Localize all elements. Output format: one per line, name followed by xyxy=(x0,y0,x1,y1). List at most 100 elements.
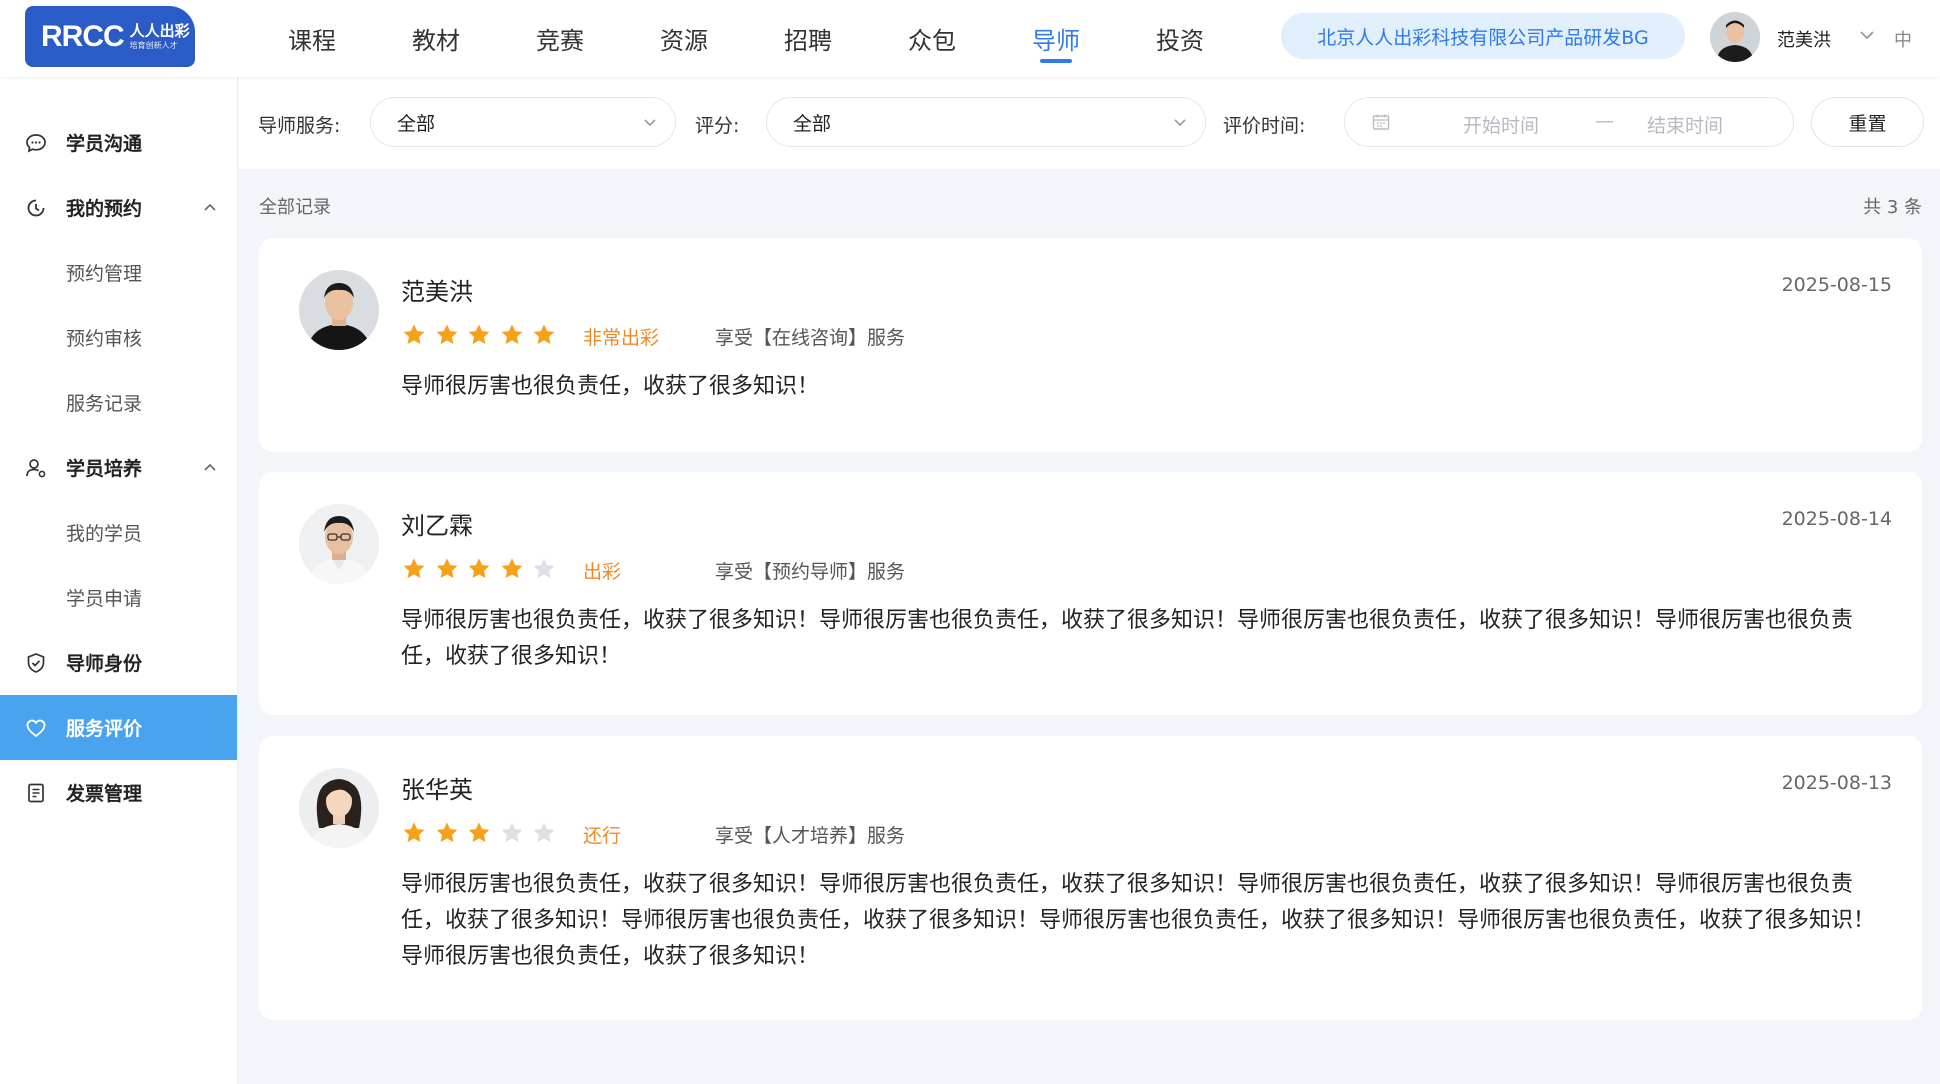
chevron-down-icon xyxy=(641,113,659,131)
review-date: 2025-08-13 xyxy=(1781,772,1892,794)
sidebar-item-label: 预约管理 xyxy=(66,263,143,285)
nav-item-crowdsourcing[interactable]: 众包 xyxy=(870,0,994,77)
star-rating xyxy=(401,322,564,348)
sidebar-item-label: 预约审核 xyxy=(66,328,143,350)
star-icon xyxy=(533,822,555,843)
chevron-down-icon xyxy=(1171,113,1189,131)
sidebar-item-service-records[interactable]: 服务记录 xyxy=(0,370,237,435)
reviewer-name: 张华英 xyxy=(401,776,473,804)
star-icon xyxy=(403,558,425,579)
filter-bar: 导师服务: 全部 评分: 全部 评价时间: 开始时间 — 结束时间 重置 xyxy=(239,77,1940,169)
heart-icon xyxy=(24,716,48,740)
star-icon xyxy=(436,822,457,843)
user-avatar[interactable] xyxy=(1710,12,1760,62)
logo-text: RRCC xyxy=(41,19,125,53)
sidebar-item-label: 服务评价 xyxy=(66,718,143,740)
nav-item-resources[interactable]: 资源 xyxy=(622,0,746,77)
calendar-icon xyxy=(1371,112,1391,132)
score-filter-value: 全部 xyxy=(793,112,832,135)
sidebar-item-label: 服务记录 xyxy=(66,393,143,415)
star-icon xyxy=(501,324,522,345)
service-type: 享受【在线咨询】服务 xyxy=(715,327,906,349)
user-icon xyxy=(24,456,48,480)
rating-grade: 非常出彩 xyxy=(583,327,660,349)
records-count: 共 3 条 xyxy=(1863,197,1922,218)
service-filter-select[interactable]: 全部 xyxy=(370,97,676,147)
service-type: 享受【预约导师】服务 xyxy=(715,561,906,583)
sidebar-item-mentor-identity[interactable]: 导师身份 xyxy=(0,630,237,695)
review-date: 2025-08-15 xyxy=(1781,274,1892,296)
sidebar: 学员沟通 我的预约 预约管理 预约审核 服务记录 学员培养 我的学员 学员申请 xyxy=(0,77,238,1084)
sidebar-item-label: 学员沟通 xyxy=(66,133,143,155)
review-card: 范美洪 2025-08-15 非常出彩 享受【在线咨询】服务 导师很厉害也很负责… xyxy=(259,238,1922,452)
reviewer-avatar xyxy=(299,270,379,350)
brand-logo[interactable]: RRCC 人人出彩 培育创新人才 xyxy=(25,6,195,67)
sidebar-item-label: 导师身份 xyxy=(66,653,143,675)
start-time-input[interactable]: 开始时间 xyxy=(1463,111,1539,138)
time-filter-label: 评价时间: xyxy=(1223,115,1306,137)
review-content: 导师很厉害也很负责任，收获了很多知识！导师很厉害也很负责任，收获了很多知识！导师… xyxy=(401,608,1854,669)
review-date: 2025-08-14 xyxy=(1781,508,1892,530)
sidebar-item-appointment-review[interactable]: 预约审核 xyxy=(0,305,237,370)
score-filter-select[interactable]: 全部 xyxy=(766,97,1206,147)
sidebar-item-appointment-management[interactable]: 预约管理 xyxy=(0,240,237,305)
star-icon xyxy=(403,822,425,843)
service-filter-label: 导师服务: xyxy=(258,115,341,137)
star-icon xyxy=(468,822,490,843)
clock-icon xyxy=(24,196,48,220)
sidebar-item-my-appointments[interactable]: 我的预约 xyxy=(0,175,237,240)
reviewer-name: 范美洪 xyxy=(401,278,473,306)
sidebar-item-student-training[interactable]: 学员培养 xyxy=(0,435,237,500)
company-badge[interactable]: 北京人人出彩科技有限公司产品研发BG xyxy=(1281,13,1685,59)
star-icon xyxy=(436,324,457,345)
sidebar-item-service-evaluation[interactable]: 服务评价 xyxy=(0,695,237,760)
nav-item-mentor[interactable]: 导师 xyxy=(994,0,1118,77)
date-range-picker[interactable]: 开始时间 — 结束时间 xyxy=(1344,97,1794,147)
review-content: 导师很厉害也很负责任，收获了很多知识！导师很厉害也很负责任，收获了很多知识！导师… xyxy=(401,872,1876,969)
reviewer-name: 刘乙霖 xyxy=(401,512,473,540)
invoice-icon xyxy=(24,781,48,805)
date-separator: — xyxy=(1595,110,1614,132)
rating-grade: 还行 xyxy=(583,825,622,847)
chevron-down-icon[interactable] xyxy=(1856,24,1878,46)
sidebar-item-label: 发票管理 xyxy=(66,783,143,805)
service-filter-value: 全部 xyxy=(397,112,436,135)
star-icon xyxy=(501,558,522,579)
sidebar-item-my-students[interactable]: 我的学员 xyxy=(0,500,237,565)
sidebar-item-student-applications[interactable]: 学员申请 xyxy=(0,565,237,630)
nav-item-textbooks[interactable]: 教材 xyxy=(374,0,498,77)
star-icon xyxy=(533,558,555,579)
sidebar-item-label: 我的学员 xyxy=(66,523,143,545)
sidebar-item-label: 学员申请 xyxy=(66,588,143,610)
user-name[interactable]: 范美洪 xyxy=(1777,26,1831,52)
star-icon xyxy=(468,324,490,345)
service-type: 享受【人才培养】服务 xyxy=(715,825,906,847)
logo-subtitle: 人人出彩 xyxy=(129,21,190,40)
review-card: 刘乙霖 2025-08-14 出彩 享受【预约导师】服务 导师很厉害也很负责任，… xyxy=(259,472,1922,715)
reviewer-avatar xyxy=(299,504,379,584)
reset-button[interactable]: 重置 xyxy=(1811,97,1924,147)
star-icon xyxy=(501,822,522,843)
language-switch[interactable]: 中 xyxy=(1894,26,1912,52)
nav-item-recruitment[interactable]: 招聘 xyxy=(746,0,870,77)
chevron-up-icon[interactable] xyxy=(201,459,219,477)
sidebar-item-label: 学员培养 xyxy=(66,458,143,480)
rating-grade: 出彩 xyxy=(583,561,622,583)
nav-item-courses[interactable]: 课程 xyxy=(250,0,374,77)
records-title: 全部记录 xyxy=(259,197,331,218)
chevron-up-icon[interactable] xyxy=(201,199,219,217)
star-icon xyxy=(468,558,490,579)
shield-check-icon xyxy=(24,651,48,675)
nav-item-competitions[interactable]: 竞赛 xyxy=(498,0,622,77)
star-icon xyxy=(403,324,425,345)
sidebar-item-student-chat[interactable]: 学员沟通 xyxy=(0,110,237,175)
star-icon xyxy=(436,558,457,579)
top-header: RRCC 人人出彩 培育创新人才 课程 教材 竞赛 资源 招聘 众包 导师 投资… xyxy=(0,0,1940,77)
end-time-input[interactable]: 结束时间 xyxy=(1647,111,1723,138)
user-avatar-image xyxy=(1710,12,1760,62)
logo-tagline: 培育创新人才 xyxy=(129,40,178,50)
reviewer-avatar xyxy=(299,768,379,848)
sidebar-item-invoice-management[interactable]: 发票管理 xyxy=(0,760,237,825)
nav-item-investment[interactable]: 投资 xyxy=(1118,0,1242,77)
main-nav: 课程 教材 竞赛 资源 招聘 众包 导师 投资 xyxy=(250,0,1242,77)
